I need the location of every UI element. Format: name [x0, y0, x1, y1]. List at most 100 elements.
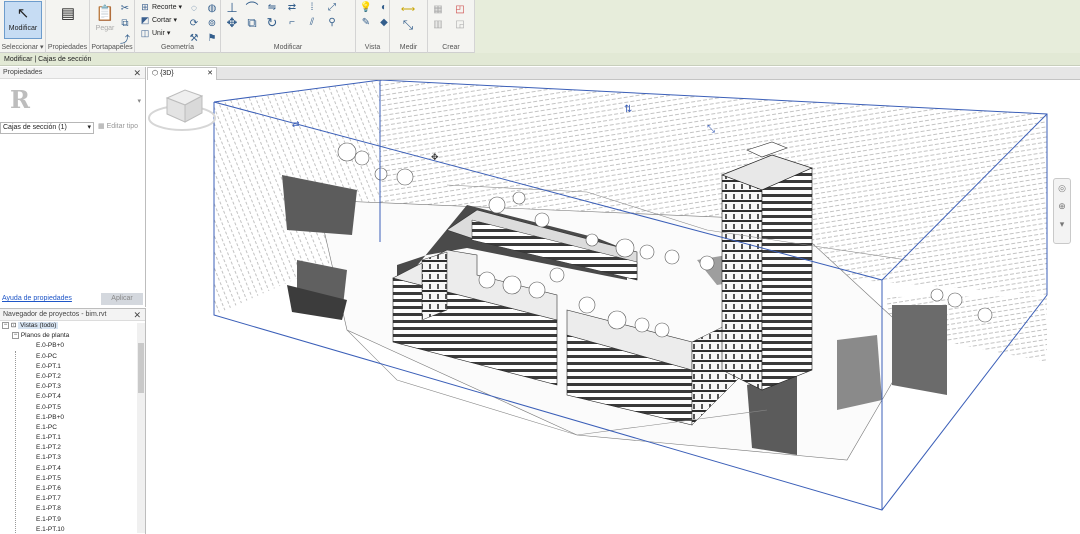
trim-icon[interactable]: ⌐ — [285, 16, 299, 29]
hide-icon[interactable]: ◐ — [377, 1, 391, 14]
floor-plan-item[interactable]: E.1-PT.5 — [0, 474, 145, 484]
floor-plan-item[interactable]: E.1-PT.10 — [0, 525, 145, 534]
join-button[interactable]: ◫ Unir ▾ — [140, 28, 171, 38]
scrollbar-thumb[interactable] — [138, 343, 144, 393]
copy-icon[interactable]: ⧉ — [118, 17, 132, 30]
join-icon: ◫ — [140, 28, 150, 38]
floor-plan-label: E.1-PT.6 — [36, 485, 61, 492]
cut-geometry-button[interactable]: ◩ Cortar ▾ — [140, 15, 177, 25]
floor-plan-item[interactable]: E.0-PT.2 — [0, 372, 145, 382]
floor-plan-label: E.1-PT.8 — [36, 505, 61, 513]
mirror-draw-icon[interactable]: ⇄ — [285, 1, 299, 14]
grip-arrow-icon[interactable]: ⇅ — [624, 104, 632, 115]
tree — [664, 249, 680, 265]
wall-join-icon[interactable]: ◍ — [205, 2, 219, 15]
floor-plan-item[interactable]: E.0-PC — [0, 352, 145, 362]
floor-plan-item[interactable]: E.1-PT.3 — [0, 453, 145, 463]
mirror-axis-icon[interactable]: ⇋ — [265, 1, 279, 14]
collapse-icon[interactable]: − — [2, 321, 9, 329]
cope-button[interactable]: ⊞ Recorte ▾ — [140, 2, 182, 12]
copy-element-icon[interactable]: ⧉ — [245, 15, 259, 30]
tree — [337, 142, 357, 162]
floor-plan-label: E.1-PT.4 — [36, 464, 61, 472]
close-icon[interactable]: ✕ — [133, 309, 141, 321]
floor-plan-label: E.1-PT.2 — [36, 444, 61, 452]
floor-plan-item[interactable]: E.1-PT.9 — [0, 515, 145, 525]
floor-plan-item[interactable]: E.0-PB+0 — [0, 341, 145, 351]
navigation-bar: ◎ ⊕ ▾ — [1053, 178, 1071, 244]
tree — [585, 233, 599, 247]
floor-plan-item[interactable]: E.1-PC — [0, 423, 145, 433]
pin-icon[interactable]: ⚲ — [325, 16, 339, 29]
floor-plan-item[interactable]: E.1-PT.7 — [0, 494, 145, 504]
measure-icons: ⟷ ⤡ — [394, 3, 422, 32]
floor-plan-label: E.1-PT.3 — [36, 454, 61, 462]
floor-plan-item[interactable]: E.1-PT.8 — [0, 504, 145, 514]
floor-plan-item[interactable]: E.1-PT.2 — [0, 443, 145, 453]
floor-plan-item[interactable]: E.1-PT.1 — [0, 433, 145, 443]
edit-type-button[interactable]: ▦ Editar tipo — [98, 122, 138, 130]
properties-panel-label: Propiedades — [47, 44, 88, 51]
brush-icon[interactable]: ✎ — [359, 16, 373, 29]
demolish-icon[interactable]: ⟳ — [187, 17, 201, 30]
create-similar-icon[interactable]: ◲ — [453, 18, 467, 31]
create-assembly-icon[interactable]: ◰ — [453, 3, 467, 16]
type-selector-value: Cajas de sección (1) — [3, 124, 67, 131]
tree — [947, 292, 963, 308]
type-selector[interactable]: Cajas de sección (1) ▾ — [0, 122, 94, 134]
chevron-down-icon[interactable]: ▾ — [137, 97, 141, 105]
split-icon[interactable]: ⫽ — [305, 16, 319, 29]
tree-group[interactable]: − Planos de planta — [0, 331, 145, 341]
paste-button[interactable]: 📋 Pegar — [94, 3, 116, 32]
paste-label: Pegar — [95, 25, 115, 32]
floor-plan-item[interactable]: E.1-PB+0 — [0, 413, 145, 423]
move-icon[interactable]: ✥ — [225, 15, 239, 30]
clipboard-panel: 📋 Pegar ✂ ⧉ ⤴ Portapapeles — [90, 0, 135, 53]
floor-plan-item[interactable]: E.1-PT.4 — [0, 464, 145, 474]
floor-plan-item[interactable]: E.0-PT.4 — [0, 392, 145, 402]
steering-wheel-icon[interactable]: ◎ — [1054, 183, 1070, 197]
zoom-icon[interactable]: ⊕ — [1054, 201, 1070, 215]
grip-arrow-icon[interactable]: ⤡ — [707, 124, 715, 135]
collapse-icon[interactable]: − — [12, 331, 19, 339]
floor-plan-item[interactable]: E.0-PT.5 — [0, 403, 145, 413]
measure-icon[interactable]: ⟷ — [394, 3, 422, 16]
tree — [374, 167, 388, 181]
floor-plan-item[interactable]: E.0-PT.1 — [0, 362, 145, 372]
3d-viewport[interactable]: ⇄ ⇅ ⤡ ✥ ◎ ⊕ ▾ — [147, 80, 1080, 534]
dimension-icon[interactable]: ⤡ — [394, 17, 422, 32]
modify-tool[interactable]: ↖ Modificar — [4, 3, 42, 32]
split-face-icon[interactable]: ◌ — [187, 2, 201, 15]
create-parts-icon[interactable]: ▥ — [431, 18, 445, 31]
close-icon[interactable]: ✕ — [207, 68, 213, 80]
rotate-icon[interactable]: ↻ — [265, 15, 279, 30]
offset-icon[interactable]: ⌒ — [245, 1, 259, 16]
apply-button[interactable]: Aplicar — [101, 293, 143, 305]
select-menu[interactable]: Seleccionar ▾ — [0, 43, 45, 51]
close-icon[interactable]: ✕ — [133, 67, 141, 79]
neighbour-block — [892, 305, 947, 395]
lightbulb-icon[interactable]: 💡 — [359, 1, 373, 14]
floor-plan-label: E.0-PT.3 — [36, 383, 61, 391]
viewcube-icon[interactable] — [147, 80, 217, 135]
create-group-icon[interactable]: ▦ — [431, 3, 445, 16]
nav-dropdown-icon[interactable]: ▾ — [1054, 219, 1070, 233]
tree — [502, 275, 522, 295]
floor-plan-label: E.0-PB+0 — [36, 342, 65, 350]
floor-plan-item[interactable]: E.1-PT.6 — [0, 484, 145, 494]
align-icon[interactable]: ⊥ — [225, 0, 239, 15]
context-bar: Modificar | Cajas de sección — [0, 53, 1080, 66]
paint-icon[interactable]: ⊚ — [205, 17, 219, 30]
override-icon[interactable]: ◆ — [377, 16, 391, 29]
floor-plan-item[interactable]: E.0-PT.3 — [0, 382, 145, 392]
cut-icon[interactable]: ✂ — [118, 2, 132, 15]
scale-icon[interactable]: ⤢ — [325, 1, 339, 14]
edit-type-label: Editar tipo — [106, 123, 139, 130]
properties-tool[interactable]: ▤ — [54, 3, 82, 23]
tree-root[interactable]: − ⊡ Vistas (todo) — [0, 321, 145, 331]
array-icon[interactable]: ⁞ — [305, 1, 319, 14]
grip-arrow-icon[interactable]: ⇄ — [292, 120, 300, 130]
project-browser-scrollbar[interactable] — [137, 323, 145, 533]
properties-help-link[interactable]: Ayuda de propiedades — [2, 295, 72, 302]
view-tab-3d[interactable]: ⬡ {3D} ✕ — [147, 67, 217, 80]
